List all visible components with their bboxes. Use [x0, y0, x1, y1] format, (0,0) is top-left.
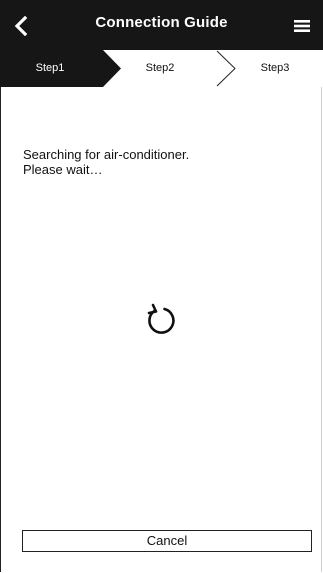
- status-message-line-1: Searching for air-conditioner.: [23, 147, 190, 162]
- step-separator-arrow: [216, 50, 236, 87]
- step-2: Step2: [145, 62, 175, 74]
- chevron-left-icon: [14, 16, 28, 36]
- hamburger-menu-icon: [294, 20, 310, 32]
- step-1: Step1: [35, 62, 65, 74]
- page-title: Connection Guide: [95, 14, 228, 31]
- menu-button[interactable]: [287, 14, 317, 38]
- header-bar: Connection Guide: [0, 0, 323, 50]
- status-message-line-2: Please wait…: [23, 162, 103, 177]
- cancel-button[interactable]: Cancel: [22, 530, 312, 552]
- status-message: Searching for air-conditioner. Please wa…: [23, 147, 189, 177]
- back-button[interactable]: [6, 13, 36, 39]
- step-indicator: Step1 Step2 Step3: [0, 50, 323, 87]
- step-3: Step3: [260, 62, 290, 74]
- refresh-icon: [147, 303, 175, 334]
